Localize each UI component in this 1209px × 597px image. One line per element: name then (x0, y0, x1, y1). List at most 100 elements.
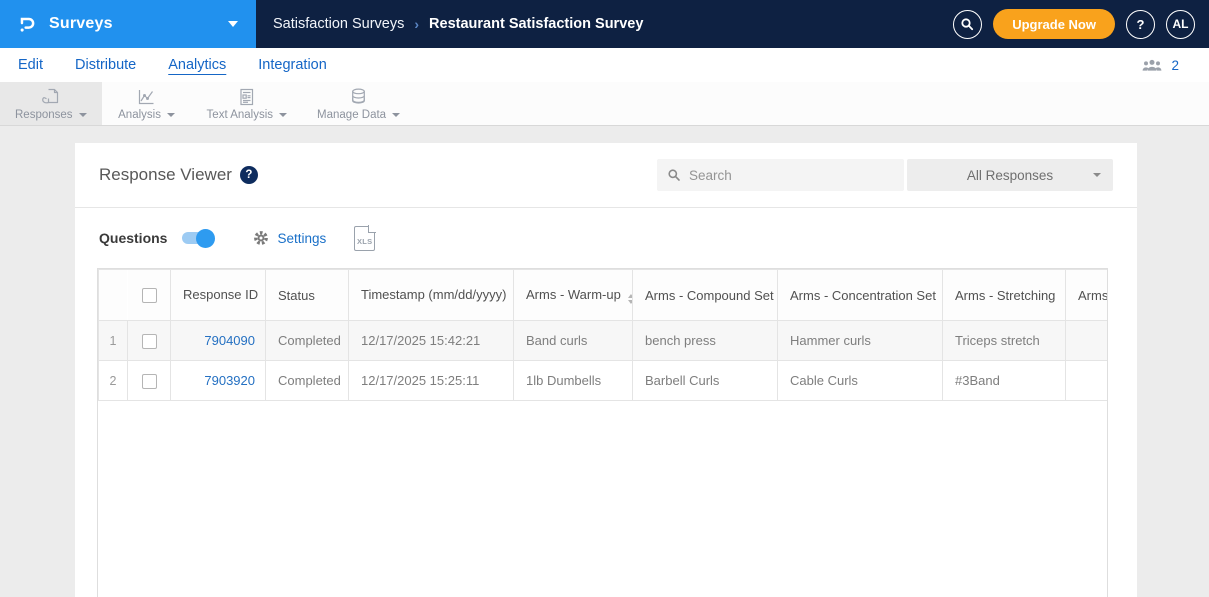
responses-filter-dropdown[interactable]: All Responses (907, 159, 1113, 191)
breadcrumb: Satisfaction Surveys › Restaurant Satisf… (273, 16, 643, 32)
toolbar-label: Analysis (118, 109, 175, 121)
tab-integration[interactable]: Integration (258, 57, 327, 73)
responses-icon (40, 87, 61, 107)
upgrade-now-button[interactable]: Upgrade Now (993, 9, 1115, 39)
people-icon (1141, 58, 1163, 72)
row-select-cell (128, 361, 171, 401)
response-id-link[interactable]: 7904090 (204, 333, 255, 348)
breadcrumb-separator: › (414, 16, 419, 32)
table-row: 2 7903920 Completed 12/17/2025 15:25:11 … (99, 361, 1109, 401)
column-arms-stretching: Arms - Stretching (943, 270, 1066, 321)
chevron-down-icon (1093, 173, 1101, 177)
column-timestamp[interactable]: Timestamp (mm/dd/yyyy) (349, 270, 514, 321)
stretching-cell: #3Band (943, 361, 1066, 401)
column-row-number (99, 270, 128, 321)
gear-icon (252, 229, 270, 247)
analytics-toolbar: Responses Analysis Text Analysis (0, 82, 1209, 126)
chevron-down-icon (79, 113, 87, 117)
chevron-down-icon (228, 21, 238, 27)
toolbar-item-manage-data[interactable]: Manage Data (302, 82, 415, 125)
row-checkbox[interactable] (142, 374, 157, 389)
toolbar-label: Text Analysis (207, 109, 287, 121)
search-input[interactable] (657, 159, 904, 191)
chevron-down-icon (392, 113, 400, 117)
toolbar-label: Manage Data (317, 109, 400, 121)
proprofs-logo-icon (16, 13, 38, 35)
search-box (657, 159, 904, 191)
chevron-down-icon (279, 113, 287, 117)
collaborators[interactable]: 2 (1141, 58, 1179, 73)
compound-set-cell: bench press (633, 321, 778, 361)
toolbar-item-text-analysis[interactable]: Text Analysis (192, 82, 302, 125)
toolbar-item-analysis[interactable]: Analysis (102, 82, 192, 125)
table-header-row: Response ID Status Timestamp (mm/dd/yyyy… (99, 270, 1109, 321)
search-icon (667, 168, 681, 182)
concentration-set-cell: Cable Curls (778, 361, 943, 401)
column-arms-concentration-set: Arms - Concentration Set (778, 270, 943, 321)
analysis-icon (136, 87, 157, 107)
questions-label: Questions (99, 230, 167, 246)
clipped-cell (1066, 361, 1109, 401)
table-controls: Questions Settings XLS (75, 208, 1137, 268)
filter-selected-value: All Responses (967, 168, 1053, 183)
compound-set-cell: Barbell Curls (633, 361, 778, 401)
manage-data-icon (348, 87, 369, 107)
timestamp-cell: 12/17/2025 15:25:11 (349, 361, 514, 401)
warm-up-cell: 1lb Dumbells (514, 361, 633, 401)
page-title: Response Viewer (99, 165, 232, 185)
concentration-set-cell: Hammer curls (778, 321, 943, 361)
search-icon (959, 16, 976, 33)
status-cell: Completed (266, 321, 349, 361)
app-switcher[interactable]: Surveys (0, 0, 256, 48)
clipped-cell (1066, 321, 1109, 361)
column-arms-warm-up[interactable]: Arms - Warm-up (514, 270, 633, 321)
export-xls-button[interactable]: XLS (354, 226, 375, 251)
response-id-cell: 7904090 (171, 321, 266, 361)
stretching-cell: Triceps stretch (943, 321, 1066, 361)
toggle-knob (196, 229, 215, 248)
settings-button[interactable]: Settings (252, 229, 326, 247)
tab-analytics[interactable]: Analytics (168, 57, 226, 73)
chevron-down-icon (167, 113, 175, 117)
viewer-controls: All Responses (657, 159, 1113, 191)
tab-edit[interactable]: Edit (18, 57, 43, 73)
row-number: 2 (99, 361, 128, 401)
timestamp-cell: 12/17/2025 15:42:21 (349, 321, 514, 361)
column-select-all (128, 270, 171, 321)
help-button[interactable]: ? (1126, 10, 1155, 39)
avatar[interactable]: AL (1166, 10, 1195, 39)
response-id-link[interactable]: 7903920 (204, 373, 255, 388)
row-select-cell (128, 321, 171, 361)
select-all-checkbox[interactable] (142, 288, 157, 303)
table-row: 1 7904090 Completed 12/17/2025 15:42:21 … (99, 321, 1109, 361)
brand-name: Surveys (49, 15, 113, 33)
questions-toggle[interactable] (182, 232, 212, 244)
help-icon[interactable]: ? (240, 166, 258, 184)
topbar-actions: Upgrade Now ? AL (953, 9, 1195, 39)
column-response-id[interactable]: Response ID (171, 270, 266, 321)
xls-icon-label: XLS (357, 237, 373, 246)
status-cell: Completed (266, 361, 349, 401)
search-button[interactable] (953, 10, 982, 39)
content-area: Response Viewer ? All Responses Question… (0, 126, 1209, 597)
tab-distribute[interactable]: Distribute (75, 57, 136, 73)
card-header: Response Viewer ? All Responses (75, 143, 1137, 208)
column-arms-compound-set: Arms - Compound Set (633, 270, 778, 321)
toolbar-label: Responses (15, 109, 87, 121)
responses-table-container: Response ID Status Timestamp (mm/dd/yyyy… (97, 268, 1108, 597)
responses-table: Response ID Status Timestamp (mm/dd/yyyy… (98, 269, 1108, 401)
text-analysis-icon (236, 87, 257, 107)
collaborators-count: 2 (1171, 58, 1179, 73)
sort-icon[interactable] (628, 294, 633, 304)
column-status: Status (266, 270, 349, 321)
response-id-cell: 7903920 (171, 361, 266, 401)
column-arms-clipped: Arms - (1066, 270, 1109, 321)
survey-nav: Edit Distribute Analytics Integration 2 (0, 48, 1209, 82)
breadcrumb-parent[interactable]: Satisfaction Surveys (273, 16, 404, 32)
row-checkbox[interactable] (142, 334, 157, 349)
response-viewer-card: Response Viewer ? All Responses Question… (75, 143, 1137, 597)
settings-label: Settings (277, 231, 326, 246)
toolbar-item-responses[interactable]: Responses (0, 82, 102, 125)
topbar: Surveys Satisfaction Surveys › Restauran… (0, 0, 1209, 48)
row-number: 1 (99, 321, 128, 361)
